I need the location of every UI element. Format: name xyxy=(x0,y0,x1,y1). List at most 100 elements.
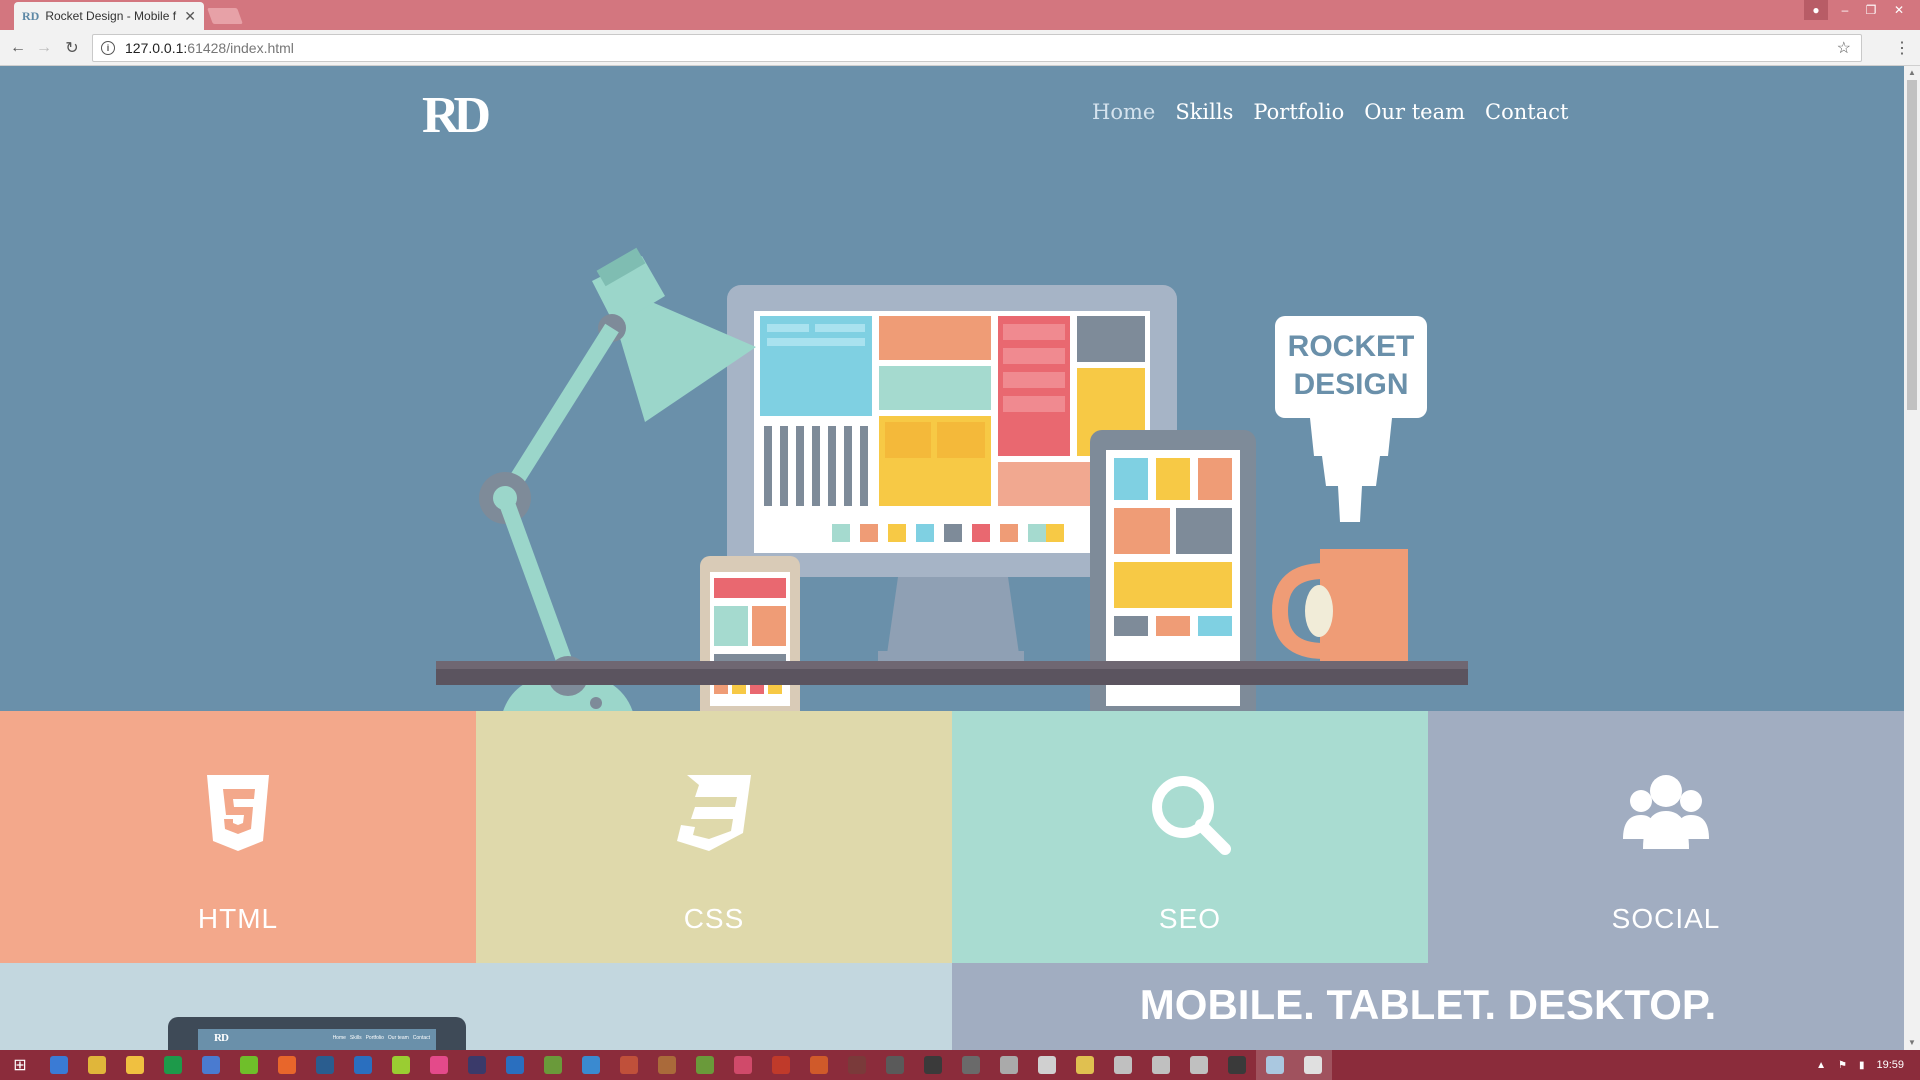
nav-skills[interactable]: Skills xyxy=(1175,100,1233,124)
app-game11-taskbar-icon[interactable] xyxy=(990,1050,1028,1080)
app-outlook-icon xyxy=(354,1056,372,1074)
app-explorer-icon xyxy=(1266,1056,1284,1074)
nav-home[interactable]: Home xyxy=(1092,100,1155,124)
app-game17-taskbar-icon[interactable] xyxy=(1218,1050,1256,1080)
scrollbar-thumb[interactable] xyxy=(1907,80,1917,410)
app-game16-taskbar-icon[interactable] xyxy=(1180,1050,1218,1080)
page-scrollbar[interactable]: ▲ ▼ xyxy=(1904,66,1920,1050)
features-row: HTML CSS SEO SOCIAL xyxy=(0,711,1904,963)
app-orange-taskbar-icon[interactable] xyxy=(268,1050,306,1080)
browser-tab[interactable]: RD Rocket Design - Mobile f ✕ xyxy=(14,2,204,30)
bookmark-star-icon[interactable]: ☆ xyxy=(1837,38,1851,58)
app-game7-taskbar-icon[interactable] xyxy=(838,1050,876,1080)
app-game1-taskbar-icon[interactable] xyxy=(610,1050,648,1080)
app-game5-taskbar-icon[interactable] xyxy=(762,1050,800,1080)
app-lime-icon xyxy=(392,1056,410,1074)
mini-nav-item: Our team xyxy=(387,1035,409,1041)
close-window-button[interactable]: ✕ xyxy=(1886,0,1912,20)
nav-portfolio[interactable]: Portfolio xyxy=(1253,100,1344,124)
maximize-button[interactable]: ❐ xyxy=(1858,0,1884,20)
photoshop-taskbar-icon[interactable] xyxy=(496,1050,534,1080)
minimize-button[interactable]: – xyxy=(1832,0,1858,20)
app-game14-taskbar-icon[interactable] xyxy=(1104,1050,1142,1080)
forward-button[interactable]: → xyxy=(34,38,54,58)
workspace-illustration xyxy=(436,247,1468,711)
sign-line-1: ROCKET xyxy=(1287,330,1415,363)
app-explorer-taskbar-icon[interactable] xyxy=(1256,1050,1294,1080)
responsive-section: RD Home Skills Portfolio Our team Contac… xyxy=(0,963,1904,1050)
app-blue-taskbar-icon[interactable] xyxy=(192,1050,230,1080)
url-host: 127.0.0.1: xyxy=(125,40,188,56)
close-tab-icon[interactable]: ✕ xyxy=(184,8,196,25)
feature-social: SOCIAL xyxy=(1428,711,1904,963)
start-button[interactable]: ⊞ xyxy=(0,1050,40,1080)
app-game3-taskbar-icon[interactable] xyxy=(686,1050,724,1080)
page-viewport: RD Home Skills Portfolio Our team Contac… xyxy=(0,66,1904,1050)
responsive-heading-panel: MOBILE. TABLET. DESKTOP. xyxy=(952,963,1904,1050)
app-obs-taskbar-icon[interactable] xyxy=(458,1050,496,1080)
tray-chevron-icon[interactable]: ▲ xyxy=(1816,1060,1826,1071)
responsive-heading: MOBILE. TABLET. DESKTOP. xyxy=(1139,981,1717,1028)
windows-taskbar: ⊞ ▲ ⚑ ▮ 19:59 xyxy=(0,1050,1920,1080)
mini-nav-item: Contact xyxy=(412,1035,430,1041)
app-pink-taskbar-icon[interactable] xyxy=(420,1050,458,1080)
app-game9-taskbar-icon[interactable] xyxy=(914,1050,952,1080)
feature-seo-label: SEO xyxy=(1158,903,1222,934)
app-obs-icon xyxy=(468,1056,486,1074)
network-icon[interactable]: ▮ xyxy=(1859,1060,1865,1071)
app-game6-taskbar-icon[interactable] xyxy=(800,1050,838,1080)
app-game15-taskbar-icon[interactable] xyxy=(1142,1050,1180,1080)
ie-taskbar-icon[interactable] xyxy=(40,1050,78,1080)
app-game12-taskbar-icon[interactable] xyxy=(1028,1050,1066,1080)
chrome-taskbar-icon[interactable] xyxy=(78,1050,116,1080)
folder-taskbar-icon[interactable] xyxy=(116,1050,154,1080)
feature-html-label: HTML xyxy=(197,903,279,934)
nav-our-team[interactable]: Our team xyxy=(1364,100,1465,124)
app-blue2-icon xyxy=(582,1056,600,1074)
app-game2-taskbar-icon[interactable] xyxy=(648,1050,686,1080)
main-nav: Home Skills Portfolio Our team Contact xyxy=(1092,100,1568,124)
back-button[interactable]: ← xyxy=(8,38,28,58)
mini-nav-item: Portfolio xyxy=(365,1035,384,1041)
app-green-taskbar-icon[interactable] xyxy=(154,1050,192,1080)
new-tab-button[interactable] xyxy=(207,8,243,24)
info-icon[interactable]: i xyxy=(101,41,115,55)
mini-site-preview: RD Home Skills Portfolio Our team Contac… xyxy=(168,1017,466,1050)
app-game15-icon xyxy=(1152,1056,1170,1074)
scroll-up-arrow-icon[interactable]: ▲ xyxy=(1904,68,1920,80)
taskbar-app-list xyxy=(40,1050,1332,1080)
app-game10-taskbar-icon[interactable] xyxy=(952,1050,990,1080)
app-game17-icon xyxy=(1228,1056,1246,1074)
app-blue2-taskbar-icon[interactable] xyxy=(572,1050,610,1080)
app-game13-taskbar-icon[interactable] xyxy=(1066,1050,1104,1080)
site-logo[interactable]: RD xyxy=(422,86,491,145)
dreamweaver-taskbar-icon[interactable] xyxy=(534,1050,572,1080)
app-utorrent-icon xyxy=(240,1056,258,1074)
app-outlook-taskbar-icon[interactable] xyxy=(344,1050,382,1080)
clock[interactable]: 19:59 xyxy=(1876,1059,1904,1071)
feature-html: HTML xyxy=(0,711,476,963)
chrome-active-taskbar-icon[interactable] xyxy=(1294,1050,1332,1080)
app-game16-icon xyxy=(1190,1056,1208,1074)
app-blue-icon xyxy=(202,1056,220,1074)
browser-menu-icon[interactable]: ⋮ xyxy=(1894,38,1910,58)
rocket-design-sign: ROCKET DESIGN xyxy=(1275,328,1427,404)
url-input[interactable]: i 127.0.0.1: 61428/index.html ☆ xyxy=(92,34,1862,62)
nav-contact[interactable]: Contact xyxy=(1485,100,1568,124)
app-green-icon xyxy=(164,1056,182,1074)
app-game4-taskbar-icon[interactable] xyxy=(724,1050,762,1080)
app-game8-taskbar-icon[interactable] xyxy=(876,1050,914,1080)
system-tray: ▲ ⚑ ▮ 19:59 xyxy=(1816,1050,1920,1080)
app-game1-icon xyxy=(620,1056,638,1074)
app-lime-taskbar-icon[interactable] xyxy=(382,1050,420,1080)
flag-icon[interactable]: ⚑ xyxy=(1838,1060,1847,1071)
app-game9-icon xyxy=(924,1056,942,1074)
app-game2-icon xyxy=(658,1056,676,1074)
scroll-down-arrow-icon[interactable]: ▼ xyxy=(1904,1038,1920,1050)
user-profile-icon[interactable]: ● xyxy=(1804,0,1828,20)
app-utorrent-taskbar-icon[interactable] xyxy=(230,1050,268,1080)
steam-taskbar-icon[interactable] xyxy=(306,1050,344,1080)
feature-social-label: SOCIAL xyxy=(1611,903,1721,934)
reload-button[interactable]: ↻ xyxy=(62,38,82,58)
dreamweaver-icon xyxy=(544,1056,562,1074)
